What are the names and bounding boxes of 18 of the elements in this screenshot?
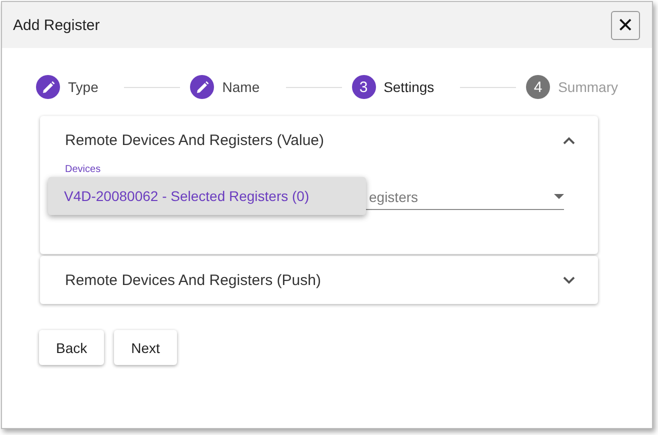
dialog-button[interactable]: Back — [39, 330, 104, 365]
collapse-icon[interactable] — [562, 136, 576, 144]
panel-title[interactable]: Remote Devices And Registers (Value) — [65, 132, 324, 148]
field-label: Devices — [65, 164, 101, 176]
step-label[interactable]: Name — [222, 79, 260, 95]
pencil-icon — [42, 80, 54, 94]
step-label[interactable]: Type — [68, 79, 98, 95]
step-number: 3 — [359, 78, 368, 96]
step-label[interactable]: Settings — [384, 79, 434, 95]
panel-title[interactable]: Remote Devices And Registers (Push) — [65, 272, 321, 288]
dialog-button[interactable]: Next — [114, 330, 177, 365]
pencil-icon — [196, 80, 209, 94]
step-number: 4 — [534, 78, 542, 96]
dropdown-icon — [554, 194, 564, 199]
close-button[interactable]: ✕ — [611, 10, 640, 40]
window-title: Add Register — [13, 16, 100, 34]
expand-icon[interactable] — [562, 276, 576, 284]
menu-item[interactable]: V4D-20080062 - Selected Registers (0) — [48, 177, 366, 215]
